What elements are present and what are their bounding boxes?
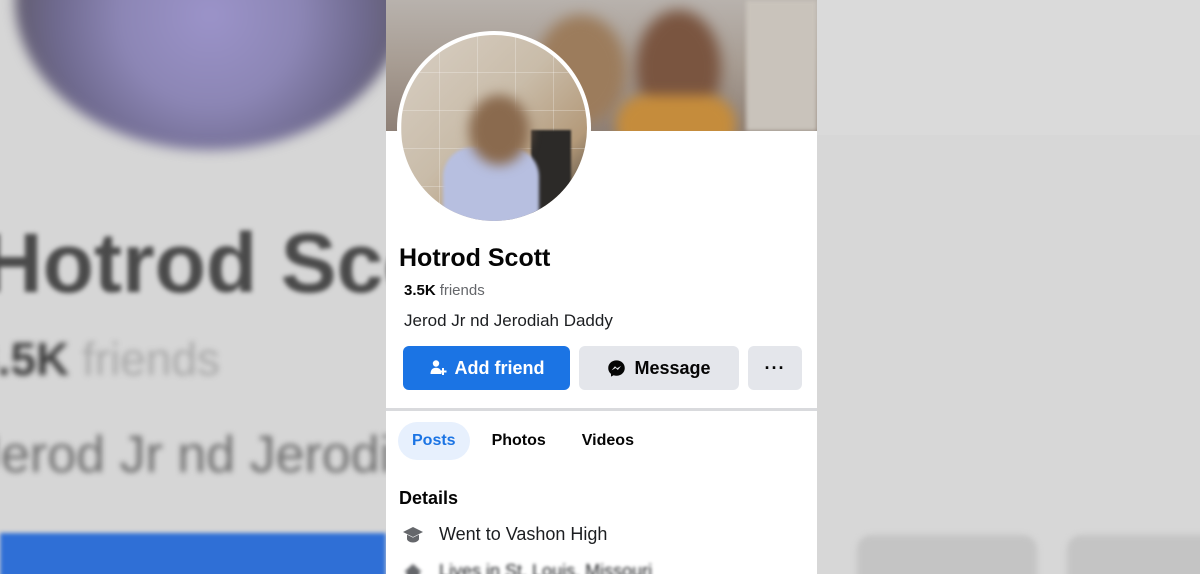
detail-education: Went to Vashon High xyxy=(402,524,607,545)
home-icon xyxy=(402,562,424,574)
tab-photos[interactable]: Photos xyxy=(478,422,560,460)
messenger-icon xyxy=(607,359,626,378)
more-options-button[interactable]: ··· xyxy=(748,346,802,390)
cover-wall xyxy=(746,0,817,131)
profile-bio: Jerod Jr nd Jerodiah Daddy xyxy=(404,311,613,330)
blurred-face xyxy=(469,95,529,165)
blurred-cover xyxy=(817,0,1200,135)
add-friend-label: Add friend xyxy=(454,357,545,378)
blurred-message-button xyxy=(857,535,1037,574)
blurred-friends-label: friends xyxy=(81,333,221,385)
profile-screen: Hotrod Scott 3.5K friends Jerod Jr nd Jer… xyxy=(386,0,817,574)
blurred-friends-count: 3.5K xyxy=(0,333,70,385)
blurred-bio: Jerod Jr nd Jerodiah Daddy xyxy=(0,426,386,484)
blurred-name: Hotrod Scott xyxy=(0,216,386,310)
blurred-background-right xyxy=(817,0,1200,574)
profile-name: Hotrod Scott xyxy=(399,244,551,272)
add-person-icon xyxy=(429,359,447,377)
blurred-friends: 3.5K friends xyxy=(0,332,220,386)
blurred-background-left: Hotrod Scott 3.5K friends Jerod Jr nd Je… xyxy=(0,0,386,574)
blurred-avatar xyxy=(15,0,386,150)
profile-picture[interactable] xyxy=(401,35,587,221)
detail-residence: Lives in St. Louis, Missouri xyxy=(402,561,652,574)
video-frame: Hotrod Scott 3.5K friends Jerod Jr nd Je… xyxy=(0,0,1200,574)
detail-residence-text: Lives in St. Louis, Missouri xyxy=(439,561,653,574)
section-divider xyxy=(386,408,817,411)
blurred-add-friend-button xyxy=(0,533,386,574)
blurred-more-button xyxy=(1067,535,1200,574)
profile-tabs: Posts Photos Videos xyxy=(398,420,656,462)
friends-count[interactable]: 3.5K friends xyxy=(404,282,485,299)
message-button[interactable]: Message xyxy=(579,346,739,390)
more-dots-icon: ··· xyxy=(764,357,786,378)
friends-count-value: 3.5K xyxy=(404,282,436,299)
graduation-cap-icon xyxy=(402,525,424,545)
message-label: Message xyxy=(634,357,711,378)
tab-posts[interactable]: Posts xyxy=(398,422,470,460)
details-heading: Details xyxy=(399,488,459,508)
tab-videos[interactable]: Videos xyxy=(568,422,648,460)
friends-count-label: friends xyxy=(439,282,485,299)
cover-shirt xyxy=(616,95,736,131)
add-friend-button[interactable]: Add friend xyxy=(403,346,570,390)
detail-education-text: Went to Vashon High xyxy=(439,524,608,544)
